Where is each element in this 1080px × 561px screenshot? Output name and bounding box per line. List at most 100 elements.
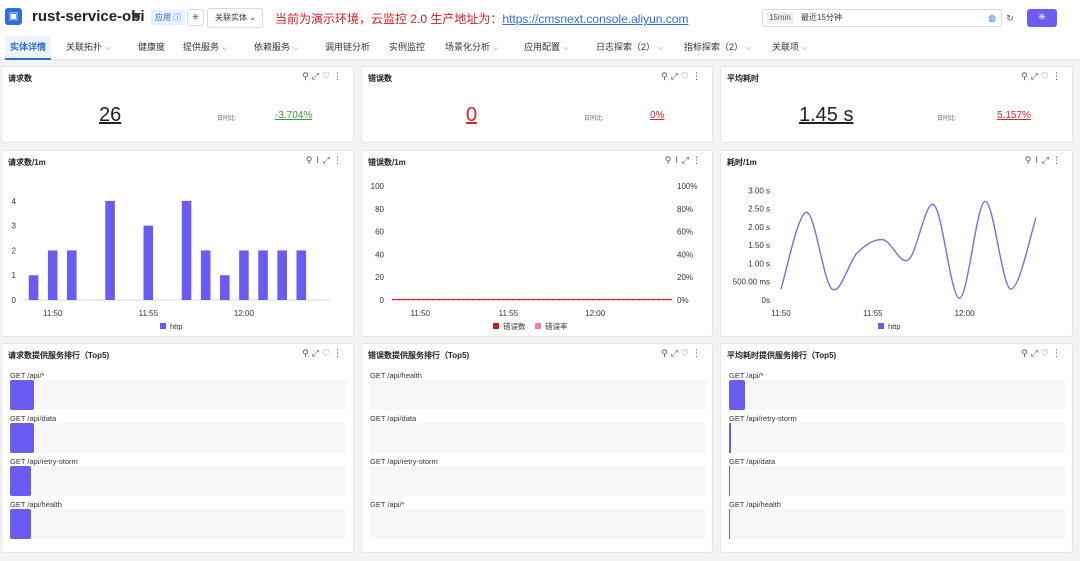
tab-provided-services[interactable]: 提供服务 ⌵ (183, 36, 227, 60)
x-tick-label: 11:55 (499, 309, 519, 318)
heart-icon[interactable]: ♡ (681, 348, 692, 358)
rank-item-label[interactable]: GET /api/* (370, 500, 404, 509)
card-title: 请求数提供服务排行（Top5) (8, 351, 110, 360)
rank-item-track[interactable] (729, 509, 1065, 539)
errors-value[interactable]: 0 (466, 104, 477, 127)
time-range-picker[interactable]: 15min 最近15分钟 ◍ ↻ (762, 9, 1014, 27)
requests-bar-chart[interactable]: 0 1 2 3 4 11:50 11:55 12:00 http (2, 151, 354, 337)
rank-item-track[interactable] (729, 423, 1065, 453)
heart-icon[interactable]: ♡ (322, 71, 333, 81)
more-icon[interactable]: ⋮ (692, 348, 704, 358)
tab-dependent-services[interactable]: 依赖服务 ⌵ (254, 36, 298, 60)
card-title: 错误数提供服务排行（Top5) (368, 351, 470, 360)
more-icon[interactable]: ⋮ (333, 348, 345, 358)
tab-related-items[interactable]: 关联项 ⌵ (772, 36, 807, 60)
pin-icon[interactable]: ⚲ (661, 348, 671, 358)
tab-label: 场景化分析 (445, 42, 491, 52)
expand-icon[interactable]: ⤢ (312, 71, 322, 81)
tab-metric-explore[interactable]: 指标探索（2） ⌵ (684, 36, 751, 60)
rank-item-track[interactable] (370, 423, 706, 453)
calendar-refresh-icon[interactable]: ◍ (985, 10, 999, 26)
tab-health[interactable]: 健康度 (138, 36, 165, 60)
rank-item-label[interactable]: GET /api/retry-storm (729, 414, 797, 423)
rank-item-label[interactable]: GET /api/data (729, 457, 775, 466)
production-link[interactable]: https://cmsnext.console.aliyun.com (502, 12, 688, 26)
y-tick-label: 0 (12, 296, 17, 305)
more-icon[interactable]: ⋮ (333, 71, 345, 81)
expand-icon[interactable]: ⤢ (1031, 71, 1041, 81)
heart-icon[interactable]: ♡ (322, 348, 333, 358)
rank-item-label[interactable]: GET /api/* (10, 371, 44, 380)
rank-item-label[interactable]: GET /api/health (370, 371, 422, 380)
y-tick-label-left: 80 (375, 205, 384, 214)
tab-log-explore[interactable]: 日志探索（2） ⌵ (596, 36, 663, 60)
heart-icon[interactable]: ♡ (1041, 71, 1052, 81)
errors-line-chart[interactable]: 0 0% 20 20% 40 40% 60 60% 80 80% 100 100% 11:50 11:55… (362, 151, 713, 337)
rank-item-track[interactable] (10, 466, 346, 496)
more-icon[interactable]: ⋮ (1052, 71, 1064, 81)
related-entity-button[interactable]: 关联实体 ⌄ (207, 8, 263, 28)
pin-icon[interactable]: ⚲ (661, 71, 671, 81)
rank-item-track[interactable] (10, 380, 346, 410)
pin-icon[interactable]: ⚲ (1021, 348, 1031, 358)
rank-item-track[interactable] (370, 466, 706, 496)
tab-label: 实例监控 (389, 42, 426, 52)
tab-scenario-analysis[interactable]: 场景化分析 ⌵ (445, 36, 498, 60)
errors-change-pct[interactable]: 0% (650, 110, 664, 121)
card-title: 请求数 (8, 74, 32, 83)
requests-change-pct[interactable]: -3.704% (275, 110, 312, 121)
tab-label: 调用链分析 (325, 42, 371, 52)
rank-item-track[interactable] (729, 466, 1065, 496)
y-tick-label: 1.50 s (748, 241, 770, 250)
bar (105, 200, 115, 300)
tab-trace-analysis[interactable]: 调用链分析 (325, 36, 370, 60)
more-icon[interactable]: ⋮ (692, 71, 704, 81)
bar (200, 250, 211, 300)
pin-icon[interactable]: ⚲ (302, 71, 312, 81)
pin-icon[interactable]: ⚲ (1021, 71, 1031, 81)
latency-change-pct[interactable]: 5.157% (997, 110, 1031, 121)
expand-icon[interactable]: ⤢ (312, 348, 322, 358)
rank-item-label[interactable]: GET /api/data (370, 414, 416, 423)
y-tick-label: 0s (762, 296, 770, 305)
errors-chart-card: 错误数/1m ⚲⌇⤢⋮ 0 0% 20 20% 40 40% 60 60% 80 80% 100 10… (361, 150, 713, 337)
expand-icon[interactable]: ⤢ (671, 71, 681, 81)
y-tick-label-left: 60 (375, 228, 384, 237)
tab-instance-monitoring[interactable]: 实例监控 (389, 36, 425, 60)
latency-value[interactable]: 1.45 s (799, 104, 853, 127)
rank-item-label[interactable]: GET /api/data (10, 414, 56, 423)
tab-topology[interactable]: 关联拓扑 ⌵ (66, 36, 110, 60)
rank-item-track[interactable] (370, 380, 706, 410)
heart-icon[interactable]: ♡ (681, 71, 692, 81)
y-tick-label-left: 0 (380, 296, 385, 305)
pin-icon[interactable]: ⚲ (302, 348, 312, 358)
rank-item-track[interactable] (729, 380, 1065, 410)
expand-icon[interactable]: ⤢ (671, 348, 681, 358)
more-icon[interactable]: ⋮ (1052, 348, 1064, 358)
rank-item-track[interactable] (370, 509, 706, 539)
rank-item-track[interactable] (10, 509, 346, 539)
rank-item-label[interactable]: GET /api/retry-storm (370, 457, 438, 466)
rank-item-label[interactable]: GET /api/health (10, 500, 62, 509)
y-tick-label: 3.00 s (748, 186, 770, 195)
rank-item-label[interactable]: GET /api/retry-storm (10, 457, 78, 466)
requests-value[interactable]: 26 (99, 104, 121, 127)
rank-item-label[interactable]: GET /api/health (729, 500, 781, 509)
heart-icon[interactable]: ♡ (1041, 348, 1052, 358)
legend-label: http (888, 322, 901, 331)
sparkle-icon[interactable]: ✳ (187, 9, 204, 26)
expand-icon[interactable]: ⤢ (1031, 348, 1041, 358)
tab-entity-details[interactable]: 实体详情 (5, 36, 52, 60)
bar (239, 250, 249, 300)
rank-item-track[interactable] (10, 423, 346, 453)
latency-line-chart[interactable]: 0s 500.00 ms 1.00 s 1.50 s 2.00 s 2.50 s 3.00 … (721, 151, 1073, 337)
card-title: 平均耗时 (727, 74, 759, 83)
time-range-label: 最近15分钟 (801, 13, 842, 22)
notice-text: 当前为演示环境，云监控 2.0 生产地址为： (275, 12, 503, 26)
bar (258, 250, 268, 300)
service-dropdown-caret-icon[interactable] (131, 13, 141, 19)
refresh-icon[interactable]: ↻ (1003, 10, 1017, 26)
tab-app-config[interactable]: 应用配置 ⌵ (524, 36, 568, 60)
rank-item-label[interactable]: GET /api/* (729, 371, 763, 380)
ai-assistant-button[interactable]: ✳ (1027, 9, 1057, 27)
